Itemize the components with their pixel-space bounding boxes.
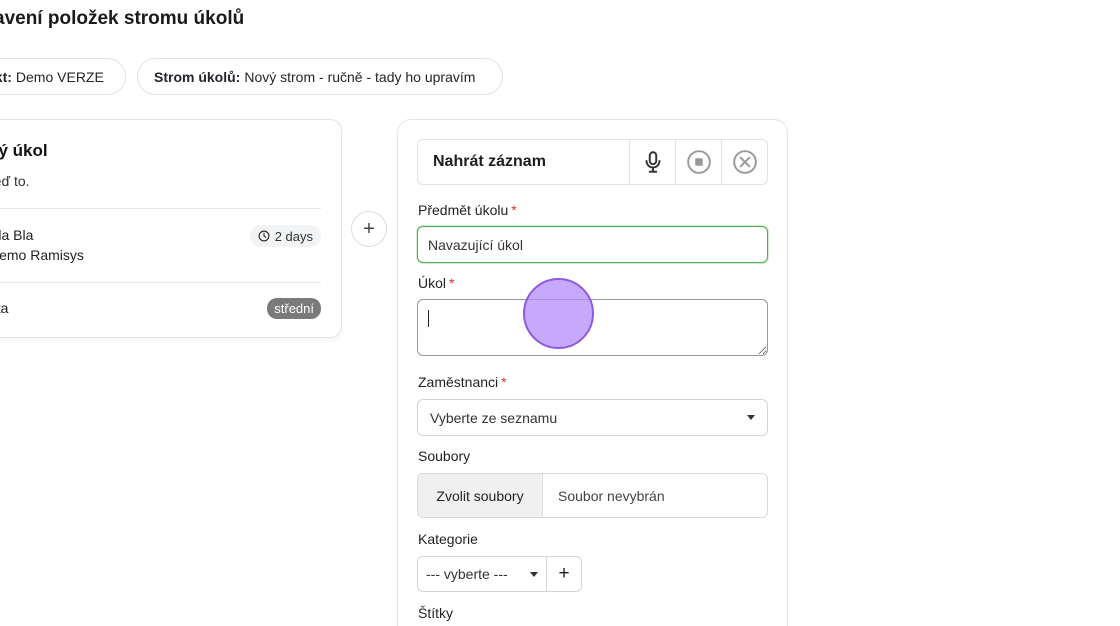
required-mark: * (501, 374, 507, 390)
task-tree-pill-label: Strom úkolů: (154, 68, 241, 85)
task-label-text: Úkol (418, 275, 447, 291)
employees-select-value: Vyberte ze seznamu (430, 409, 558, 426)
task-form-card: Nahrát záznam Předmět úkolu* Úkol* Zaměs… (397, 119, 788, 626)
task-node-line-2: Demo Ramisys (0, 247, 84, 263)
employees-label-text: Zaměstnanci (418, 374, 499, 390)
task-node-card[interactable]: vý úkol řeď to. Bla Bla Demo Ramisys 2 d… (0, 119, 342, 338)
microphone-button[interactable] (629, 140, 675, 184)
stop-button[interactable] (675, 140, 721, 184)
divider (0, 282, 321, 283)
files-label: Soubory (418, 448, 471, 464)
task-node-line-1: Bla Bla (0, 227, 34, 243)
close-button[interactable] (721, 140, 767, 184)
add-category-button[interactable]: + (547, 557, 581, 591)
text-caret (428, 310, 429, 327)
pointer-indicator (523, 278, 594, 349)
task-label: Úkol * (418, 275, 454, 291)
choose-files-button[interactable]: Zvolit soubory (418, 474, 543, 517)
clock-icon (258, 230, 270, 242)
priority-label: rita (0, 300, 9, 316)
caret-down-icon (530, 572, 538, 577)
file-status: Soubor nevybrán (558, 487, 665, 504)
subject-input[interactable] (417, 226, 768, 263)
category-select-value: --- vyberte --- (426, 566, 508, 582)
microphone-icon (645, 151, 660, 173)
caret-down-icon (747, 415, 755, 420)
category-select[interactable]: --- vyberte --- (418, 557, 547, 591)
task-node-title: vý úkol (0, 141, 48, 160)
subject-label: Předmět úkolu * (418, 202, 517, 218)
task-tree-pill-value: Nový strom - ručně - tady ho upravím (244, 68, 476, 85)
add-child-button[interactable]: + (351, 211, 387, 247)
page-title: avení položek stromu úkolů (0, 8, 245, 29)
close-icon (732, 150, 757, 174)
required-mark: * (511, 202, 517, 218)
stop-icon (686, 150, 711, 174)
project-pill-value: Demo VERZE (15, 68, 104, 85)
file-input[interactable]: Zvolit soubory Soubor nevybrán (417, 473, 768, 518)
employees-select[interactable]: Vyberte ze seznamu (417, 399, 768, 436)
divider (0, 208, 321, 209)
task-node-description: řeď to. (0, 173, 30, 189)
project-pill-label: ekt: (0, 68, 12, 85)
category-group: --- vyberte --- + (417, 556, 582, 592)
task-tree-pill: Strom úkolů: Nový strom - ručně - tady h… (137, 58, 503, 95)
priority-badge: střední (267, 298, 321, 319)
employees-label: Zaměstnanci * (418, 374, 507, 390)
duration-badge: 2 days (249, 225, 321, 247)
record-toolbar: Nahrát záznam (417, 139, 768, 185)
required-mark: * (449, 275, 455, 291)
category-label: Kategorie (418, 531, 478, 547)
project-pill: ekt: Demo VERZE (0, 58, 126, 95)
record-label: Nahrát záznam (433, 153, 546, 170)
subject-label-text: Předmět úkolu (418, 202, 509, 218)
duration-badge-text: 2 days (274, 228, 313, 244)
tags-label: Štítky (418, 605, 454, 621)
